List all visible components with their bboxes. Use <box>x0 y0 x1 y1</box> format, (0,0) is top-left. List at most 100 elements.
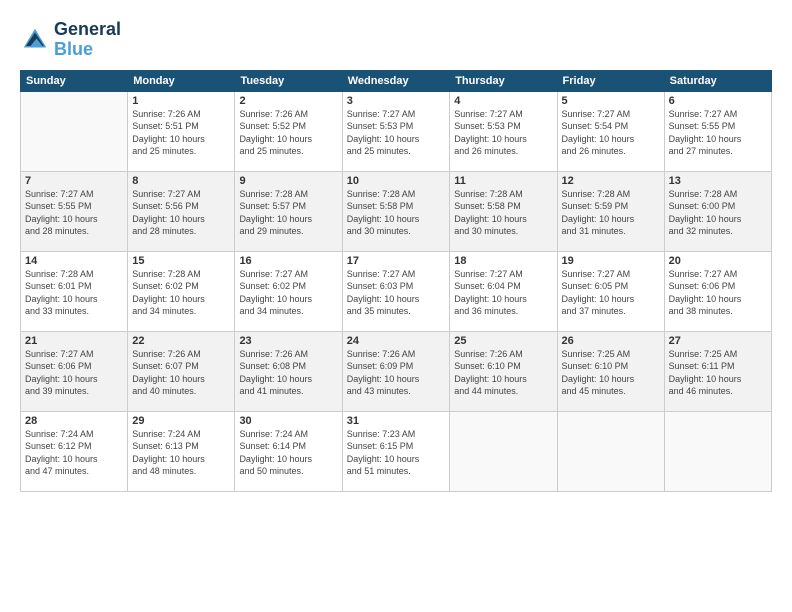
calendar-header-saturday: Saturday <box>664 70 771 91</box>
logo-line2: Blue <box>54 39 93 59</box>
calendar: SundayMondayTuesdayWednesdayThursdayFrid… <box>20 70 772 492</box>
day-number: 23 <box>239 335 337 347</box>
calendar-cell <box>450 411 557 491</box>
day-number: 29 <box>132 415 230 427</box>
day-detail: Sunrise: 7:26 AM Sunset: 6:07 PM Dayligh… <box>132 348 230 398</box>
day-number: 16 <box>239 255 337 267</box>
page: General Blue SundayMondayTuesdayWednesda… <box>0 0 792 612</box>
day-number: 25 <box>454 335 552 347</box>
calendar-cell: 21Sunrise: 7:27 AM Sunset: 6:06 PM Dayli… <box>21 331 128 411</box>
calendar-cell: 30Sunrise: 7:24 AM Sunset: 6:14 PM Dayli… <box>235 411 342 491</box>
calendar-week-4: 21Sunrise: 7:27 AM Sunset: 6:06 PM Dayli… <box>21 331 772 411</box>
calendar-cell: 16Sunrise: 7:27 AM Sunset: 6:02 PM Dayli… <box>235 251 342 331</box>
day-number: 14 <box>25 255 123 267</box>
day-number: 9 <box>239 175 337 187</box>
header: General Blue <box>20 20 772 60</box>
day-number: 8 <box>132 175 230 187</box>
calendar-cell: 7Sunrise: 7:27 AM Sunset: 5:55 PM Daylig… <box>21 171 128 251</box>
day-detail: Sunrise: 7:27 AM Sunset: 5:54 PM Dayligh… <box>562 108 660 158</box>
calendar-cell: 15Sunrise: 7:28 AM Sunset: 6:02 PM Dayli… <box>128 251 235 331</box>
calendar-week-5: 28Sunrise: 7:24 AM Sunset: 6:12 PM Dayli… <box>21 411 772 491</box>
day-number: 27 <box>669 335 767 347</box>
day-number: 24 <box>347 335 446 347</box>
day-number: 15 <box>132 255 230 267</box>
logo-text: General Blue <box>54 20 121 60</box>
day-detail: Sunrise: 7:27 AM Sunset: 5:53 PM Dayligh… <box>347 108 446 158</box>
calendar-cell: 3Sunrise: 7:27 AM Sunset: 5:53 PM Daylig… <box>342 91 450 171</box>
day-detail: Sunrise: 7:27 AM Sunset: 6:02 PM Dayligh… <box>239 268 337 318</box>
calendar-cell: 18Sunrise: 7:27 AM Sunset: 6:04 PM Dayli… <box>450 251 557 331</box>
day-number: 28 <box>25 415 123 427</box>
day-detail: Sunrise: 7:26 AM Sunset: 6:09 PM Dayligh… <box>347 348 446 398</box>
calendar-week-3: 14Sunrise: 7:28 AM Sunset: 6:01 PM Dayli… <box>21 251 772 331</box>
calendar-cell <box>557 411 664 491</box>
day-detail: Sunrise: 7:27 AM Sunset: 5:55 PM Dayligh… <box>25 188 123 238</box>
day-detail: Sunrise: 7:26 AM Sunset: 6:08 PM Dayligh… <box>239 348 337 398</box>
day-number: 10 <box>347 175 446 187</box>
calendar-cell: 26Sunrise: 7:25 AM Sunset: 6:10 PM Dayli… <box>557 331 664 411</box>
calendar-cell: 5Sunrise: 7:27 AM Sunset: 5:54 PM Daylig… <box>557 91 664 171</box>
calendar-cell: 9Sunrise: 7:28 AM Sunset: 5:57 PM Daylig… <box>235 171 342 251</box>
calendar-cell <box>664 411 771 491</box>
day-number: 13 <box>669 175 767 187</box>
day-detail: Sunrise: 7:28 AM Sunset: 6:02 PM Dayligh… <box>132 268 230 318</box>
calendar-header-monday: Monday <box>128 70 235 91</box>
day-number: 7 <box>25 175 123 187</box>
day-detail: Sunrise: 7:27 AM Sunset: 6:06 PM Dayligh… <box>25 348 123 398</box>
day-detail: Sunrise: 7:27 AM Sunset: 6:05 PM Dayligh… <box>562 268 660 318</box>
day-detail: Sunrise: 7:28 AM Sunset: 5:58 PM Dayligh… <box>347 188 446 238</box>
day-number: 6 <box>669 95 767 107</box>
logo-line1: General <box>54 20 121 40</box>
day-detail: Sunrise: 7:24 AM Sunset: 6:13 PM Dayligh… <box>132 428 230 478</box>
day-detail: Sunrise: 7:25 AM Sunset: 6:10 PM Dayligh… <box>562 348 660 398</box>
calendar-cell: 13Sunrise: 7:28 AM Sunset: 6:00 PM Dayli… <box>664 171 771 251</box>
day-detail: Sunrise: 7:27 AM Sunset: 5:53 PM Dayligh… <box>454 108 552 158</box>
calendar-cell: 6Sunrise: 7:27 AM Sunset: 5:55 PM Daylig… <box>664 91 771 171</box>
day-detail: Sunrise: 7:27 AM Sunset: 6:03 PM Dayligh… <box>347 268 446 318</box>
calendar-header-row: SundayMondayTuesdayWednesdayThursdayFrid… <box>21 70 772 91</box>
day-detail: Sunrise: 7:28 AM Sunset: 5:59 PM Dayligh… <box>562 188 660 238</box>
day-number: 5 <box>562 95 660 107</box>
calendar-cell: 31Sunrise: 7:23 AM Sunset: 6:15 PM Dayli… <box>342 411 450 491</box>
day-detail: Sunrise: 7:28 AM Sunset: 5:57 PM Dayligh… <box>239 188 337 238</box>
calendar-cell: 1Sunrise: 7:26 AM Sunset: 5:51 PM Daylig… <box>128 91 235 171</box>
day-number: 31 <box>347 415 446 427</box>
day-number: 4 <box>454 95 552 107</box>
day-number: 12 <box>562 175 660 187</box>
day-number: 18 <box>454 255 552 267</box>
calendar-cell: 17Sunrise: 7:27 AM Sunset: 6:03 PM Dayli… <box>342 251 450 331</box>
calendar-cell <box>21 91 128 171</box>
day-detail: Sunrise: 7:26 AM Sunset: 6:10 PM Dayligh… <box>454 348 552 398</box>
day-number: 17 <box>347 255 446 267</box>
logo-icon <box>20 25 50 55</box>
calendar-cell: 23Sunrise: 7:26 AM Sunset: 6:08 PM Dayli… <box>235 331 342 411</box>
day-number: 3 <box>347 95 446 107</box>
day-number: 21 <box>25 335 123 347</box>
day-detail: Sunrise: 7:24 AM Sunset: 6:12 PM Dayligh… <box>25 428 123 478</box>
calendar-header-sunday: Sunday <box>21 70 128 91</box>
calendar-header-wednesday: Wednesday <box>342 70 450 91</box>
day-detail: Sunrise: 7:27 AM Sunset: 6:06 PM Dayligh… <box>669 268 767 318</box>
calendar-cell: 29Sunrise: 7:24 AM Sunset: 6:13 PM Dayli… <box>128 411 235 491</box>
calendar-cell: 8Sunrise: 7:27 AM Sunset: 5:56 PM Daylig… <box>128 171 235 251</box>
day-number: 11 <box>454 175 552 187</box>
day-number: 26 <box>562 335 660 347</box>
calendar-week-2: 7Sunrise: 7:27 AM Sunset: 5:55 PM Daylig… <box>21 171 772 251</box>
logo: General Blue <box>20 20 121 60</box>
calendar-week-1: 1Sunrise: 7:26 AM Sunset: 5:51 PM Daylig… <box>21 91 772 171</box>
day-detail: Sunrise: 7:26 AM Sunset: 5:51 PM Dayligh… <box>132 108 230 158</box>
calendar-cell: 20Sunrise: 7:27 AM Sunset: 6:06 PM Dayli… <box>664 251 771 331</box>
day-detail: Sunrise: 7:23 AM Sunset: 6:15 PM Dayligh… <box>347 428 446 478</box>
calendar-cell: 4Sunrise: 7:27 AM Sunset: 5:53 PM Daylig… <box>450 91 557 171</box>
day-detail: Sunrise: 7:28 AM Sunset: 6:00 PM Dayligh… <box>669 188 767 238</box>
calendar-cell: 22Sunrise: 7:26 AM Sunset: 6:07 PM Dayli… <box>128 331 235 411</box>
calendar-cell: 2Sunrise: 7:26 AM Sunset: 5:52 PM Daylig… <box>235 91 342 171</box>
day-detail: Sunrise: 7:28 AM Sunset: 6:01 PM Dayligh… <box>25 268 123 318</box>
calendar-cell: 27Sunrise: 7:25 AM Sunset: 6:11 PM Dayli… <box>664 331 771 411</box>
day-detail: Sunrise: 7:25 AM Sunset: 6:11 PM Dayligh… <box>669 348 767 398</box>
calendar-cell: 19Sunrise: 7:27 AM Sunset: 6:05 PM Dayli… <box>557 251 664 331</box>
calendar-cell: 24Sunrise: 7:26 AM Sunset: 6:09 PM Dayli… <box>342 331 450 411</box>
day-detail: Sunrise: 7:26 AM Sunset: 5:52 PM Dayligh… <box>239 108 337 158</box>
day-detail: Sunrise: 7:27 AM Sunset: 5:56 PM Dayligh… <box>132 188 230 238</box>
day-number: 30 <box>239 415 337 427</box>
